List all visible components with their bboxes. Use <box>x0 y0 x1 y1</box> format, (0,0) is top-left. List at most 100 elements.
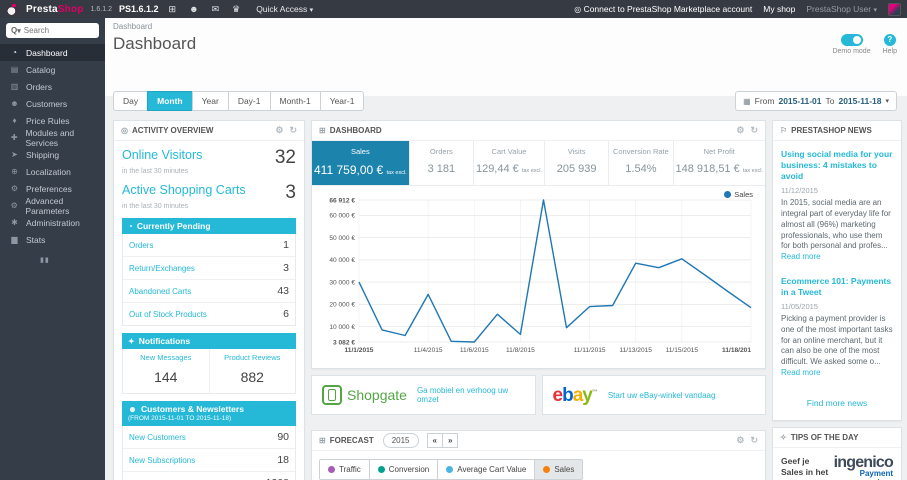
metric-visits[interactable]: Visits 205 939 <box>545 141 610 185</box>
svg-text:66 912 €: 66 912 € <box>329 197 355 204</box>
mail-icon[interactable]: ✉ <box>209 4 223 15</box>
orders-link[interactable]: Orders <box>129 241 153 250</box>
sidebar-item-dashboard[interactable]: ◔ Dashboard <box>0 44 105 61</box>
avatar[interactable] <box>888 2 901 16</box>
period-day-button[interactable]: Day <box>113 91 149 111</box>
my-shop-link[interactable]: My shop <box>763 4 795 14</box>
sidebar-item-customers[interactable]: ☻ Customers <box>0 95 105 112</box>
gauge-icon: ◔ <box>12 48 17 57</box>
legend-label: Sales <box>734 190 753 199</box>
row-value: 6 <box>283 308 289 320</box>
new-messages-link[interactable]: New Messages <box>125 353 207 362</box>
sidebar-item-label: Dashboard <box>26 47 68 58</box>
user-menu[interactable]: PrestaShop User ▾ <box>806 4 877 14</box>
section-title: Currently Pending <box>136 221 211 231</box>
metric-conversion-rate[interactable]: Conversion Rate 1.54% <box>609 141 674 185</box>
main-content: Dashboard Dashboard Demo mode ? Help Day … <box>105 18 907 480</box>
product-reviews-link[interactable]: Product Reviews <box>212 353 294 362</box>
sidebar-item-administration[interactable]: ✱ Administration <box>0 214 105 231</box>
period-month-1-button[interactable]: Month-1 <box>269 91 321 111</box>
refresh-icon[interactable]: ↻ <box>750 435 758 446</box>
metric-sales[interactable]: Sales 411 759,00 € tax excl. <box>312 141 410 185</box>
online-visitors-link[interactable]: Online Visitors <box>122 148 202 162</box>
globe-icon: ⊕ <box>11 167 18 176</box>
dashboard-panel: ⊞ DASHBOARD ⚙ ↻ Sales 411 759,00 € tax exc… <box>311 120 766 369</box>
abandoned-carts-link[interactable]: Abandoned Carts <box>129 287 191 296</box>
shopgate-banner[interactable]: Shopgate Ga mobiel en verhoog uw omzet <box>311 375 536 415</box>
sidebar-item-label: Advanced Parameters <box>25 195 70 216</box>
forecast-year[interactable]: 2015 <box>382 433 419 448</box>
sidebar-item-shipping[interactable]: ➤ Shipping <box>0 146 105 163</box>
panel-title: PRESTASHOP NEWS <box>791 126 872 135</box>
sidebar-item-catalog[interactable]: ▤ Catalog <box>0 61 105 78</box>
gear-icon[interactable]: ⚙ <box>736 125 744 136</box>
sidebar-item-stats[interactable]: ▆ Stats <box>0 231 105 248</box>
period-day-1-button[interactable]: Day-1 <box>227 91 271 111</box>
marketplace-link[interactable]: ◎ Connect to PrestaShop Marketplace acco… <box>574 4 752 14</box>
trophy-icon[interactable]: ♛ <box>229 4 243 15</box>
period-year-button[interactable]: Year <box>191 91 229 111</box>
svg-text:10 000 €: 10 000 € <box>329 324 355 331</box>
sidebar-item-advanced-parameters[interactable]: ⚙ Advanced Parameters <box>0 195 105 216</box>
out-of-stock-link[interactable]: Out of Stock Products <box>129 310 207 319</box>
gear-icon[interactable]: ⚙ <box>275 125 283 136</box>
brand-presta: Presta <box>26 3 58 15</box>
search-input[interactable] <box>23 26 94 35</box>
sidebar-collapse-icon[interactable]: ▮▮ <box>40 256 105 264</box>
traffic-toggle[interactable]: Traffic <box>319 459 370 480</box>
cart-icon[interactable]: ⊞ <box>166 4 180 15</box>
sales-toggle[interactable]: Sales <box>534 459 584 480</box>
sidebar-item-orders[interactable]: ▥ Orders <box>0 78 105 95</box>
sidebar-item-modules[interactable]: ✚ Modules and Services <box>0 128 105 148</box>
previous-year-button[interactable]: « <box>426 433 443 448</box>
metric-net-profit[interactable]: Net Profit 148 918,51 € tax excl. <box>674 141 765 185</box>
shopgate-link[interactable]: Ga mobiel en verhoog uw omzet <box>417 386 525 404</box>
ingenico-logo[interactable]: ingenico Paymentservices <box>834 454 894 480</box>
article-headline-link[interactable]: Using social media for your business: 4 … <box>781 149 893 182</box>
conversion-toggle[interactable]: Conversion <box>368 459 439 480</box>
ebay-banner[interactable]: ebay™ Start uw eBay-winkel vandaag <box>541 375 766 415</box>
metric-orders[interactable]: Orders 3 181 <box>410 141 474 185</box>
sidebar-item-price-rules[interactable]: ♦ Price Rules <box>0 112 105 129</box>
next-year-button[interactable]: » <box>441 433 459 448</box>
active-carts-value: 3 <box>285 182 296 203</box>
help-icon[interactable]: ? <box>883 34 896 46</box>
period-toolbar: Day Month Year Day-1 Month-1 Year-1 ▦ Fr… <box>105 90 907 112</box>
sidebar-item-preferences[interactable]: ⚙ Preferences <box>0 180 105 197</box>
currently-pending-section: ◔ Currently Pending Orders 1 Return/Exchan… <box>122 218 296 326</box>
breadcrumb[interactable]: Dashboard <box>105 18 907 34</box>
table-row: Abandoned Carts 43 <box>123 280 295 303</box>
panel-title: FORECAST <box>329 436 374 445</box>
sidebar-search[interactable]: Q▾ <box>6 23 99 38</box>
topbar-right: ◎ Connect to PrestaShop Marketplace acco… <box>574 2 901 16</box>
section-subtitle: (FROM 2015-11-01 TO 2015-11-18) <box>128 415 232 422</box>
ebay-logo: ebay™ <box>552 384 598 406</box>
period-year-1-button[interactable]: Year-1 <box>319 91 365 111</box>
svg-text:11/11/2015: 11/11/2015 <box>574 347 606 354</box>
active-carts-link[interactable]: Active Shopping Carts <box>122 183 246 197</box>
date-range-picker[interactable]: ▦ From 2015-11-01 To 2015-11-18 ▾ <box>735 91 897 111</box>
customers-icon[interactable]: ☻ <box>186 4 201 14</box>
average-cart-value-toggle[interactable]: Average Cart Value <box>437 459 536 480</box>
demo-mode-toggle[interactable] <box>840 34 863 46</box>
refresh-icon[interactable]: ↻ <box>750 125 758 136</box>
read-more-link[interactable]: Read more <box>781 252 821 261</box>
chart-legend[interactable]: Sales <box>724 190 753 199</box>
new-subscriptions-link[interactable]: New Subscriptions <box>129 456 195 465</box>
find-more-news-link[interactable]: Find more news <box>781 392 893 416</box>
gear-icon[interactable]: ⚙ <box>736 435 744 446</box>
refresh-icon[interactable]: ↻ <box>289 125 297 136</box>
metric-cart-value[interactable]: Cart Value 129,44 € tax excl. <box>474 141 546 185</box>
new-customers-link[interactable]: New Customers <box>129 433 186 442</box>
legend-dot-icon <box>446 466 454 473</box>
read-more-link[interactable]: Read more <box>781 368 821 377</box>
period-month-button[interactable]: Month <box>147 91 193 111</box>
article-headline-link[interactable]: Ecommerce 101: Payments in a Tweet <box>781 276 893 298</box>
returns-link[interactable]: Return/Exchanges <box>129 264 195 273</box>
sidebar-item-localization[interactable]: ⊕ Localization <box>0 163 105 180</box>
quick-access-label: Quick Access <box>256 4 308 14</box>
alert-icon: ✦ <box>128 336 135 346</box>
ebay-link[interactable]: Start uw eBay-winkel vandaag <box>608 391 716 400</box>
quick-access-menu[interactable]: Quick Access ▾ <box>256 4 313 14</box>
section-title: Notifications <box>138 336 191 346</box>
